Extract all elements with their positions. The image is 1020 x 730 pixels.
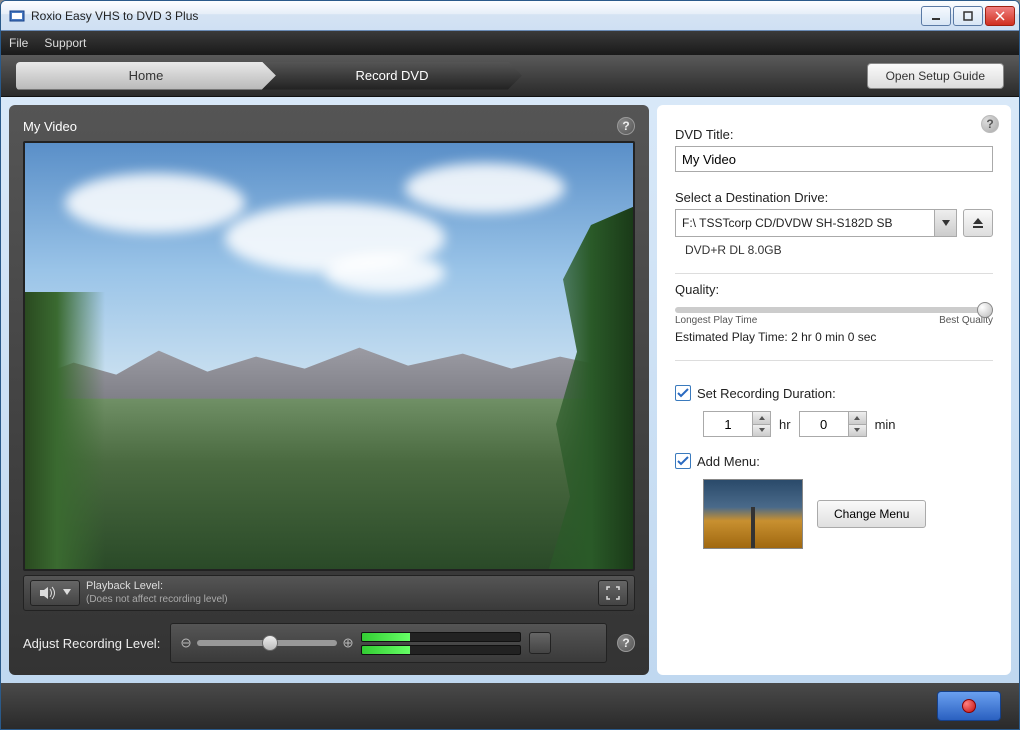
app-window: Roxio Easy VHS to DVD 3 Plus File Suppor… [0, 0, 1020, 730]
quality-min-label: Longest Play Time [675, 315, 757, 326]
dvd-title-input[interactable] [675, 146, 993, 172]
tab-record-dvd[interactable]: Record DVD [262, 62, 522, 90]
playback-bar: Playback Level: (Does not affect recordi… [23, 575, 635, 611]
tab-home[interactable]: Home [16, 62, 276, 90]
hours-input[interactable] [703, 411, 753, 437]
minus-icon [181, 638, 191, 648]
minutes-stepper[interactable] [849, 411, 867, 437]
add-menu-label: Add Menu: [697, 454, 760, 469]
minutes-input[interactable] [799, 411, 849, 437]
plus-icon [343, 638, 353, 648]
recording-level-slider[interactable] [197, 640, 337, 646]
playback-level-label: Playback Level: (Does not affect recordi… [86, 580, 228, 605]
quality-slider[interactable] [675, 307, 993, 313]
min-unit: min [875, 417, 896, 432]
record-button[interactable] [937, 691, 1001, 721]
bottom-bar [1, 683, 1019, 729]
hours-stepper[interactable] [753, 411, 771, 437]
toolbar: Home Record DVD Open Setup Guide [1, 55, 1019, 97]
window-controls [919, 6, 1015, 26]
window-title: Roxio Easy VHS to DVD 3 Plus [31, 9, 919, 23]
change-menu-button[interactable]: Change Menu [817, 500, 926, 528]
estimated-play-time: Estimated Play Time: 2 hr 0 min 0 sec [675, 330, 993, 344]
mute-button[interactable] [30, 580, 80, 606]
preview-title: My Video [23, 119, 77, 134]
video-preview [23, 141, 635, 571]
set-duration-label: Set Recording Duration: [697, 386, 836, 401]
add-menu-checkbox[interactable] [675, 453, 691, 469]
set-duration-checkbox[interactable] [675, 385, 691, 401]
maximize-button[interactable] [953, 6, 983, 26]
help-icon[interactable]: ? [981, 115, 999, 133]
adjust-recording-label: Adjust Recording Level: [23, 636, 160, 651]
fullscreen-button[interactable] [598, 580, 628, 606]
minimize-button[interactable] [921, 6, 951, 26]
meter-options-button[interactable] [529, 632, 551, 654]
preview-panel: My Video ? Playback Level: (Does not aff… [9, 105, 649, 675]
menu-thumbnail [703, 479, 803, 549]
quality-label: Quality: [675, 282, 993, 297]
drive-info: DVD+R DL 8.0GB [685, 243, 993, 257]
titlebar: Roxio Easy VHS to DVD 3 Plus [1, 1, 1019, 31]
content-area: My Video ? Playback Level: (Does not aff… [1, 97, 1019, 683]
destination-label: Select a Destination Drive: [675, 190, 993, 205]
menu-file[interactable]: File [9, 36, 28, 50]
app-icon [9, 8, 25, 24]
level-meters [361, 632, 521, 655]
dvd-title-label: DVD Title: [675, 127, 993, 142]
help-icon[interactable]: ? [617, 634, 635, 652]
menubar: File Support [1, 31, 1019, 55]
hr-unit: hr [779, 417, 791, 432]
chevron-down-icon [934, 210, 956, 236]
settings-panel: ? DVD Title: Select a Destination Drive:… [657, 105, 1011, 675]
help-icon[interactable]: ? [617, 117, 635, 135]
recording-level-panel [170, 623, 607, 663]
close-button[interactable] [985, 6, 1015, 26]
eject-button[interactable] [963, 209, 993, 237]
menu-support[interactable]: Support [44, 36, 86, 50]
open-setup-guide-button[interactable]: Open Setup Guide [867, 63, 1004, 89]
record-icon [962, 699, 976, 713]
destination-drive-select[interactable]: F:\ TSSTcorp CD/DVDW SH-S182D SB [675, 209, 957, 237]
